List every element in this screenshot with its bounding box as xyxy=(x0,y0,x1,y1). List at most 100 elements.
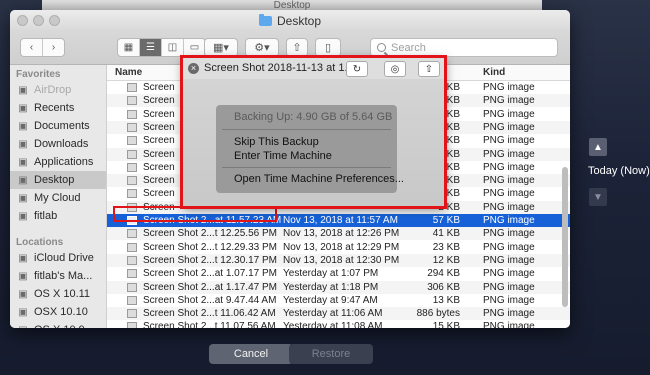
sidebar-item[interactable]: ▣ Applications xyxy=(10,153,106,171)
file-date: Yesterday at 11:06 AM xyxy=(283,308,383,320)
back-button[interactable]: ‹ xyxy=(21,39,43,56)
table-row[interactable]: Screen Shot 2...t 11.06.42 AM Yesterday a… xyxy=(107,307,570,321)
sidebar-item[interactable]: ▣ Documents xyxy=(10,117,106,135)
download-icon: ▣ xyxy=(18,138,28,150)
gallery-view-icon[interactable]: ▭ xyxy=(184,39,205,56)
search-placeholder: Search xyxy=(391,41,426,54)
chevron-up-icon: ▲ xyxy=(593,141,603,153)
file-size: 57 KB xyxy=(432,215,460,226)
icon-view-icon[interactable]: ▦ xyxy=(118,39,140,56)
file-name: Screen xyxy=(143,121,175,133)
sidebar-item-label: fitlab xyxy=(34,210,58,222)
image-file-icon xyxy=(127,176,137,186)
image-file-icon xyxy=(127,122,137,132)
sidebar-item-label: OS X 10.11 xyxy=(34,288,91,300)
sidebar-item[interactable]: ▣ OS X 10.11 xyxy=(10,285,106,303)
sidebar-item-label: Downloads xyxy=(34,138,89,150)
sidebar-item[interactable]: ▣ OSX 10.10 xyxy=(10,303,106,321)
gear-icon: ⚙▾ xyxy=(254,42,270,54)
column-view-icon[interactable]: ◫ xyxy=(162,39,184,56)
table-row[interactable]: Screen Shot 2...at 9.47.44 AM Yesterday a… xyxy=(107,294,570,307)
file-kind: PNG image xyxy=(483,215,535,226)
file-kind: PNG image xyxy=(483,161,535,173)
cloud-icon: ▣ xyxy=(18,252,28,264)
table-row[interactable]: Screen Shot 2...at 1.17.47 PM Yesterday a… xyxy=(107,280,570,294)
nav-buttons: ‹ › xyxy=(20,38,65,57)
file-name: Screen xyxy=(143,148,175,160)
airdrop-icon: ▣ xyxy=(18,84,28,96)
file-name: Screen xyxy=(143,161,175,173)
file-name: Screen xyxy=(143,108,175,120)
sidebar-item-label: OSX 10.10 xyxy=(34,306,88,318)
image-file-icon xyxy=(127,189,137,199)
file-kind: PNG image xyxy=(483,148,535,160)
image-file-icon xyxy=(127,229,137,239)
sidebar-item[interactable]: ▣ My Cloud xyxy=(10,189,106,207)
restore-button[interactable]: Restore xyxy=(289,344,373,364)
table-row[interactable]: Screen Shot 2...t 12.25.56 PM Nov 13, 201… xyxy=(107,227,570,241)
image-file-icon xyxy=(127,322,137,328)
image-file-icon xyxy=(127,295,137,305)
file-size: 12 KB xyxy=(432,254,460,266)
image-file-icon xyxy=(127,242,137,252)
image-file-icon xyxy=(127,149,137,159)
sidebar-item-label: fitlab's Ma... xyxy=(34,270,93,282)
timeline-today-label: Today (Now) xyxy=(588,165,650,177)
cancel-button[interactable]: Cancel xyxy=(209,344,293,364)
file-name: Screen Shot 2...t 12.25.56 PM xyxy=(143,228,277,240)
file-date: Yesterday at 1:07 PM xyxy=(283,268,379,280)
name-column-header[interactable]: Name xyxy=(115,67,142,78)
disk-icon: ▣ xyxy=(18,306,28,318)
sidebar-item[interactable]: ▣ fitlab xyxy=(10,207,106,225)
image-file-icon xyxy=(127,162,137,172)
sidebar-item[interactable]: ▣ Recents xyxy=(10,99,106,117)
file-date: Yesterday at 9:47 AM xyxy=(283,294,378,306)
share-icon: ⇧ xyxy=(292,42,302,54)
file-size: 886 bytes xyxy=(416,308,460,320)
file-kind: PNG image xyxy=(483,268,535,280)
file-kind: PNG image xyxy=(483,188,535,200)
sidebar-item-label: My Cloud xyxy=(34,192,81,204)
timeline-down-button[interactable]: ▼ xyxy=(589,188,607,206)
file-date: Nov 13, 2018 at 11:57 AM xyxy=(283,215,398,226)
table-row[interactable]: Screen Shot 2...at 1.07.17 PM Yesterday a… xyxy=(107,267,570,280)
file-date: Nov 13, 2018 at 12:29 PM xyxy=(283,241,400,253)
sidebar-item[interactable]: ▣ OS X 10.9 xyxy=(10,321,106,328)
clock-icon: ▣ xyxy=(18,102,28,114)
forward-button[interactable]: › xyxy=(43,39,64,56)
image-file-icon xyxy=(127,282,137,292)
applications-icon: ▣ xyxy=(18,156,28,168)
file-date: Nov 13, 2018 at 12:26 PM xyxy=(283,228,400,240)
favorites-header: Favorites xyxy=(16,69,61,80)
file-kind: PNG image xyxy=(483,82,535,93)
kind-column-header[interactable]: Kind xyxy=(483,67,505,78)
file-kind: PNG image xyxy=(483,135,535,147)
image-file-icon xyxy=(127,109,137,119)
sidebar-item[interactable]: ▣ iCloud Drive xyxy=(10,249,106,267)
title-bar: Desktop xyxy=(10,10,570,32)
folder-icon xyxy=(258,14,272,26)
image-file-icon xyxy=(127,269,137,279)
sidebar-item[interactable]: ▣ Downloads xyxy=(10,135,106,153)
file-kind: PNG image xyxy=(483,294,535,306)
sidebar-item[interactable]: ▣ AirDrop xyxy=(10,81,106,99)
file-name: Screen Shot 2...t 12.29.33 PM xyxy=(143,241,277,253)
file-size: 294 KB xyxy=(427,268,460,280)
search-icon xyxy=(377,43,386,52)
file-name: Screen Shot 2...t 11.07.56 AM xyxy=(143,321,276,328)
scrollbar[interactable] xyxy=(562,167,568,307)
file-name: Screen xyxy=(143,82,175,93)
image-file-icon xyxy=(127,83,137,92)
sidebar-item[interactable]: ▣ Desktop xyxy=(10,171,106,189)
timeline-up-button[interactable]: ▲ xyxy=(589,138,607,156)
table-row[interactable]: Screen Shot 2...t 11.07.56 AM Yesterday a… xyxy=(107,320,570,328)
file-name: Screen Shot 2...at 1.07.17 PM xyxy=(143,268,277,280)
window-title: Desktop xyxy=(10,10,570,32)
file-date: Nov 13, 2018 at 12:30 PM xyxy=(283,254,400,266)
list-view-icon[interactable]: ☰ xyxy=(140,39,162,56)
sidebar-item[interactable]: ▣ fitlab's Ma... xyxy=(10,267,106,285)
table-row[interactable]: Screen Shot 2...t 12.29.33 PM Nov 13, 201… xyxy=(107,241,570,254)
file-size: 41 KB xyxy=(432,228,460,240)
file-name: Screen xyxy=(143,188,175,200)
table-row[interactable]: Screen Shot 2...t 12.30.17 PM Nov 13, 201… xyxy=(107,253,570,267)
